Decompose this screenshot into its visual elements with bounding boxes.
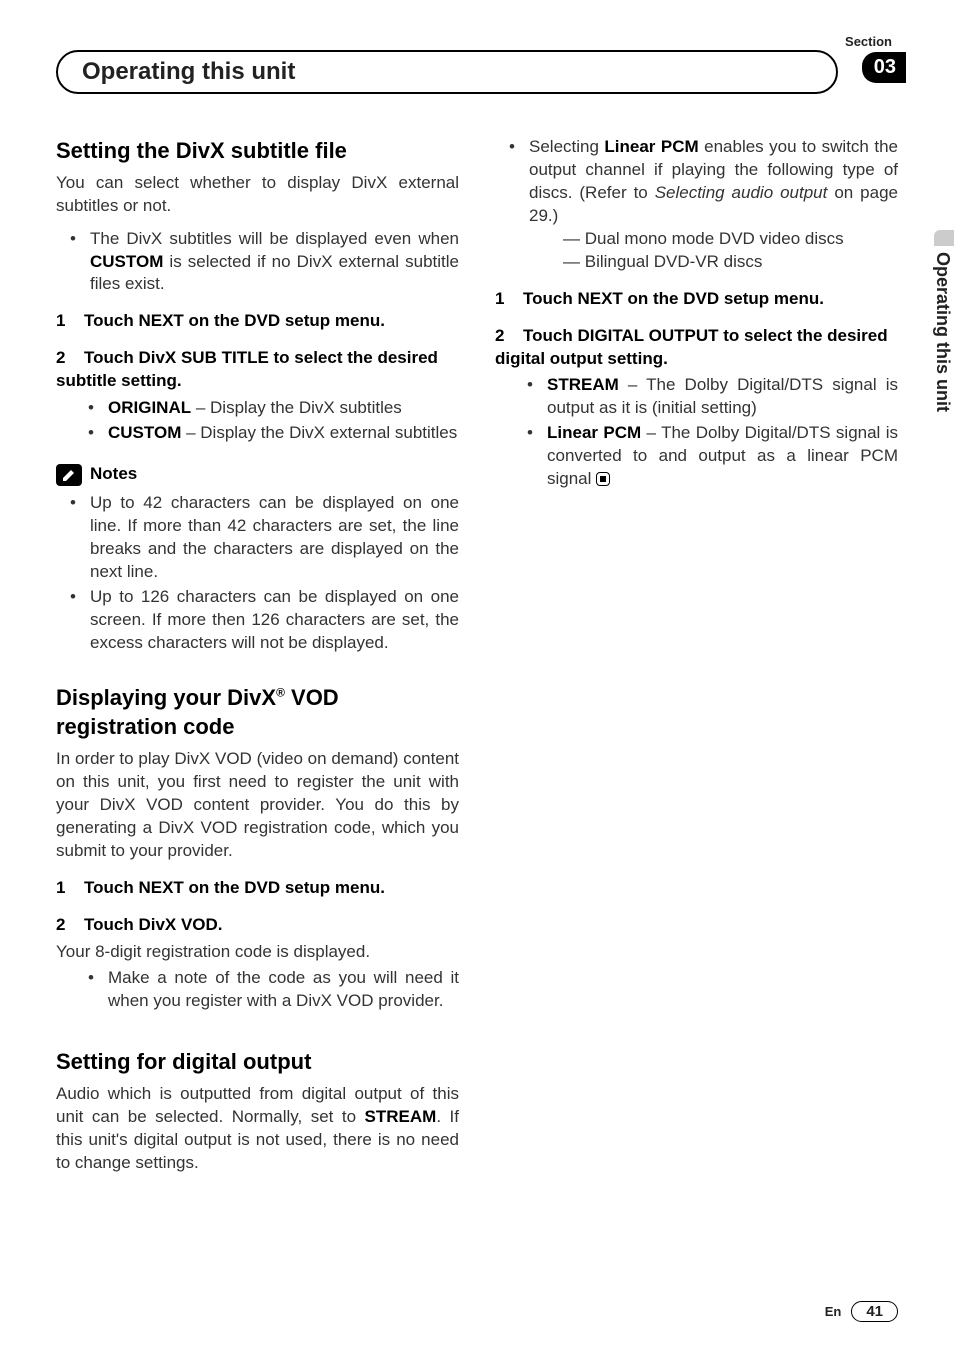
step-number: 2 [495, 325, 523, 348]
intro-text: In order to play DivX VOD (video on dema… [56, 748, 459, 863]
step-1: 1Touch NEXT on the DVD setup menu. [56, 877, 459, 900]
notes-header: Notes [56, 463, 459, 486]
bullet-list: Selecting Linear PCM enables you to swit… [495, 136, 898, 274]
list-item: Dual mono mode DVD video discs [563, 228, 898, 251]
dash-list: Dual mono mode DVD video discs Bilingual… [563, 228, 898, 274]
bold-text: STREAM [365, 1107, 437, 1126]
step-text: Touch NEXT on the DVD setup menu. [523, 289, 824, 308]
intro-text: Audio which is outputted from digital ou… [56, 1083, 459, 1175]
sub-text: Your 8-digit registration code is displa… [56, 941, 459, 964]
text: Displaying your DivX [56, 685, 276, 710]
step-number: 1 [495, 288, 523, 311]
text: The DivX subtitles will be displayed eve… [90, 229, 459, 248]
notes-label: Notes [90, 463, 137, 486]
content-columns: Setting the DivX subtitle file You can s… [56, 136, 898, 1185]
side-tab-marker [934, 230, 954, 246]
list-item: Bilingual DVD-VR discs [563, 251, 898, 274]
section-label: Section [845, 34, 892, 49]
list-item: Up to 126 characters can be displayed on… [56, 586, 459, 655]
step-text: Touch DIGITAL OUTPUT to select the desir… [495, 326, 888, 368]
option-list: STREAM – The Dolby Digital/DTS signal is… [495, 374, 898, 491]
list-item: Up to 42 characters can be displayed on … [56, 492, 459, 584]
pencil-icon [56, 464, 82, 486]
step-2: 2Touch DivX VOD. [56, 914, 459, 937]
heading-divx-subtitle: Setting the DivX subtitle file [56, 136, 459, 166]
list-item: Make a note of the code as you will need… [56, 967, 459, 1013]
option-list: ORIGINAL – Display the DivX subtitles CU… [56, 397, 459, 445]
column-left: Setting the DivX subtitle file You can s… [56, 136, 459, 1185]
step-1: 1Touch NEXT on the DVD setup menu. [56, 310, 459, 333]
intro-text: You can select whether to display DivX e… [56, 172, 459, 218]
bold-text: CUSTOM [90, 252, 163, 271]
page-header: Section 03 Operating this unit [56, 40, 898, 96]
page-footer: En 41 [825, 1301, 898, 1322]
bold-text: Linear PCM [604, 137, 698, 156]
option-name: CUSTOM [108, 423, 181, 442]
registered-mark: ® [276, 685, 285, 699]
list-item: STREAM – The Dolby Digital/DTS signal is… [495, 374, 898, 420]
chapter-tab: Operating this unit [56, 50, 838, 94]
step-text: Touch NEXT on the DVD setup menu. [84, 311, 385, 330]
step-number: 2 [56, 914, 84, 937]
step-number: 1 [56, 310, 84, 333]
bullet-list: Make a note of the code as you will need… [56, 967, 459, 1013]
bullet-list: The DivX subtitles will be displayed eve… [56, 228, 459, 297]
side-tab: Operating this unit [928, 230, 954, 412]
chapter-title: Operating this unit [82, 58, 295, 86]
list-item: Selecting Linear PCM enables you to swit… [495, 136, 898, 274]
option-desc: – Display the DivX external subtitles [181, 423, 457, 442]
text: Selecting [529, 137, 604, 156]
list-item: ORIGINAL – Display the DivX subtitles [56, 397, 459, 420]
notes-list: Up to 42 characters can be displayed on … [56, 492, 459, 655]
italic-text: Selecting audio output [655, 183, 828, 202]
step-1: 1Touch NEXT on the DVD setup menu. [495, 288, 898, 311]
option-desc: – Display the DivX subtitles [191, 398, 402, 417]
option-name: ORIGINAL [108, 398, 191, 417]
page: Section 03 Operating this unit Operating… [0, 0, 954, 1352]
section-number-badge: 03 [862, 52, 906, 83]
list-item: CUSTOM – Display the DivX external subti… [56, 422, 459, 445]
step-2: 2Touch DivX SUB TITLE to select the desi… [56, 347, 459, 393]
side-tab-label: Operating this unit [928, 246, 954, 412]
heading-digital-output: Setting for digital output [56, 1047, 459, 1077]
option-name: STREAM [547, 375, 619, 394]
language-code: En [825, 1304, 842, 1319]
step-number: 2 [56, 347, 84, 370]
list-item: Linear PCM – The Dolby Digital/DTS signa… [495, 422, 898, 491]
option-name: Linear PCM [547, 423, 641, 442]
step-number: 1 [56, 877, 84, 900]
page-number: 41 [851, 1301, 898, 1322]
column-right: Selecting Linear PCM enables you to swit… [495, 136, 898, 1185]
step-2: 2Touch DIGITAL OUTPUT to select the desi… [495, 325, 898, 371]
end-of-topic-icon [596, 472, 610, 486]
step-text: Touch DivX SUB TITLE to select the desir… [56, 348, 438, 390]
list-item: The DivX subtitles will be displayed eve… [56, 228, 459, 297]
heading-divx-vod: Displaying your DivX® VOD registration c… [56, 683, 459, 742]
step-text: Touch DivX VOD. [84, 915, 223, 934]
step-text: Touch NEXT on the DVD setup menu. [84, 878, 385, 897]
